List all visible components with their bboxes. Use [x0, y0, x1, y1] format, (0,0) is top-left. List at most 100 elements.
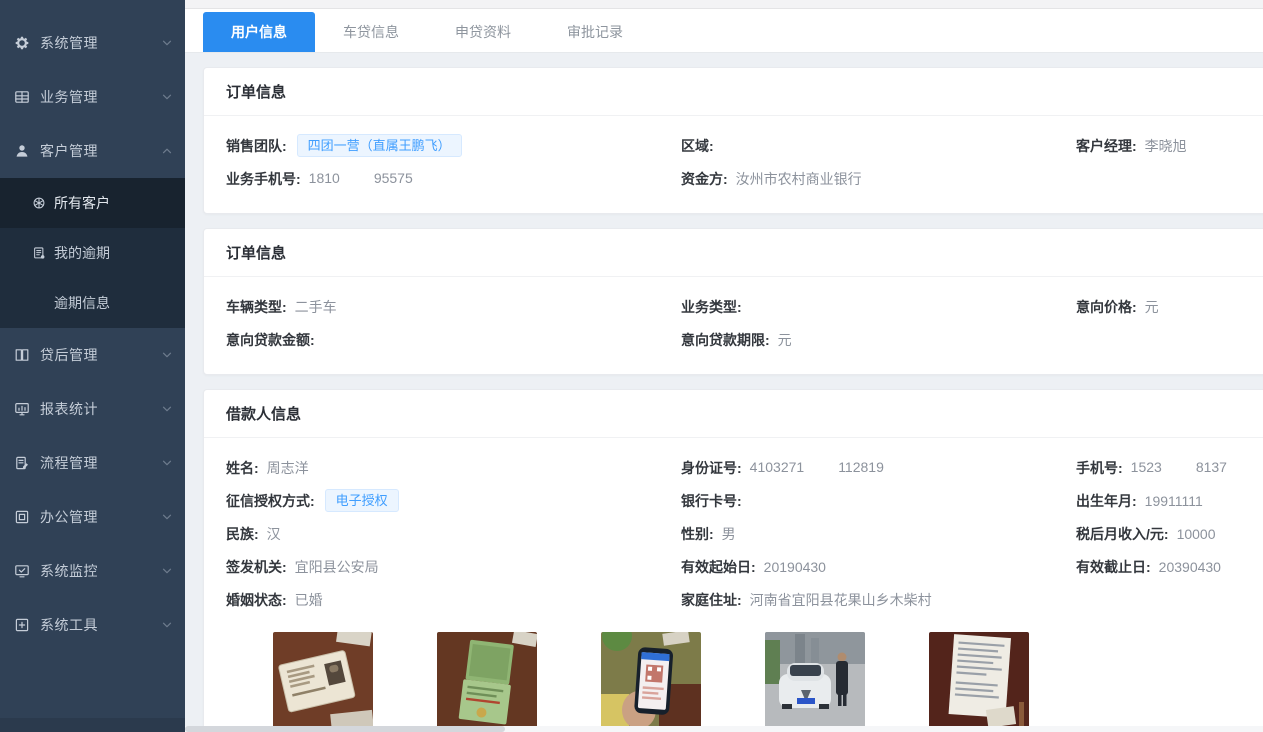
field-label: 家庭住址:: [681, 590, 742, 610]
auth-code-photo[interactable]: 授权码: [601, 632, 701, 732]
field-label: 婚姻状态:: [226, 590, 287, 610]
field-label: 资金方:: [681, 169, 728, 189]
field-row: 姓名:周志洋身份证号:4103271112819手机号:15238137: [226, 451, 1263, 484]
tool-icon: [14, 617, 30, 633]
chevron-down-icon: [161, 619, 173, 631]
field-value: 已婚: [295, 590, 323, 610]
chevron-down-icon: [161, 403, 173, 415]
field-value: 10000: [1177, 526, 1216, 542]
field: 婚姻状态: 已婚: [226, 590, 681, 610]
sidebar-item-business-management[interactable]: 业务管理: [0, 70, 185, 124]
sidebar-item-overdue-info[interactable]: 逾期信息: [0, 278, 185, 328]
monitor-check-icon: [14, 563, 30, 579]
field-label: 车辆类型:: [226, 297, 287, 317]
field-label: 民族:: [226, 524, 259, 544]
sidebar-item-label: 系统管理: [40, 33, 161, 53]
privacy-smudge: [1163, 461, 1195, 476]
field: 出生年月: 19911111: [1076, 491, 1263, 511]
sidebar-item-system-monitor[interactable]: 系统监控: [0, 544, 185, 598]
order-info-card-2: 订单信息车辆类型:二手车业务类型:意向价格:元意向贷款金额:意向贷款期限:元: [203, 228, 1263, 375]
sidebar-item-label: 办公管理: [40, 507, 161, 527]
field-label: 销售团队:: [226, 136, 287, 156]
sidebar-item-system-tools[interactable]: 系统工具: [0, 598, 185, 652]
paper-doc-image[interactable]: [929, 632, 1029, 729]
tab-loan-application-docs[interactable]: 申贷资料: [427, 12, 539, 52]
privacy-smudge: [341, 172, 373, 187]
user-icon: [14, 143, 30, 159]
field: 车辆类型:二手车: [226, 297, 681, 317]
horizontal-scrollbar[interactable]: [185, 726, 1263, 732]
car-person-photo[interactable]: 人车合影: [765, 632, 865, 732]
field: 有效截止日:20390430: [1076, 557, 1263, 577]
field-value-tag[interactable]: 电子授权: [325, 489, 399, 513]
sidebar-item-label: 系统监控: [40, 561, 161, 581]
field: 征信授权方式: 电子授权: [226, 489, 681, 513]
field-label: 姓名:: [226, 458, 259, 478]
tab-approval-records[interactable]: 审批记录: [539, 12, 651, 52]
field-label: 银行卡号:: [681, 491, 742, 511]
sidebar-item-post-loan-management[interactable]: 贷后管理: [0, 328, 185, 382]
tab-car-loan-info[interactable]: 车贷信息: [315, 12, 427, 52]
sidebar-item-label: 系统工具: [40, 615, 161, 635]
license-photo[interactable]: 驾驶证副页: [437, 632, 537, 732]
card-body: 姓名:周志洋身份证号:4103271112819手机号:15238137征信授权…: [204, 438, 1263, 732]
field: 业务手机号:181095575: [226, 169, 681, 189]
scrollbar-thumb[interactable]: [185, 726, 505, 732]
id-card-image[interactable]: [273, 632, 373, 729]
sidebar: 系统管理业务管理客户管理所有客户我的逾期逾期信息贷后管理报表统计流程管理办公管理…: [0, 0, 185, 732]
card-title: 订单信息: [204, 229, 1263, 277]
field: 民族:汉: [226, 524, 681, 544]
field: 业务类型:: [681, 297, 1076, 317]
field: 意向贷款金额:: [226, 330, 681, 350]
sidebar-item-system-management[interactable]: 系统管理: [0, 16, 185, 70]
sidebar-item-label: 流程管理: [40, 453, 161, 473]
phone-qr-image[interactable]: [601, 632, 701, 729]
chevron-down-icon: [161, 457, 173, 469]
sidebar-item-office-management[interactable]: 办公管理: [0, 490, 185, 544]
field-label: 签发机关:: [226, 557, 287, 577]
field-label: 征信授权方式:: [226, 491, 315, 511]
field: 签发机关:宜阳县公安局: [226, 557, 681, 577]
office-icon: [14, 509, 30, 525]
field-label: 手机号:: [1076, 458, 1123, 478]
sidebar-item-label: 报表统计: [40, 399, 161, 419]
field: 姓名: 周志洋: [226, 458, 681, 478]
field: 资金方:汝州市农村商业银行: [681, 169, 1076, 189]
clipboard-edit-icon: [14, 455, 30, 471]
sidebar-item-label: 逾期信息: [54, 293, 110, 313]
field-value-tag[interactable]: 四团一营（直属王鹏飞）: [297, 134, 462, 158]
field-value: 李晓旭: [1145, 136, 1187, 156]
sidebar-item-my-overdue[interactable]: 我的逾期: [0, 228, 185, 278]
car-person-image[interactable]: [765, 632, 865, 729]
sidebar-item-all-customers[interactable]: 所有客户: [0, 178, 185, 228]
green-booklet-image[interactable]: [437, 632, 537, 729]
id-card-photo[interactable]: 身份证: [273, 632, 373, 732]
field-label: 出生年月:: [1076, 491, 1137, 511]
field-value: 周志洋: [267, 458, 309, 478]
field-value-masked: 181095575: [309, 170, 413, 187]
field: 客户经理:李晓旭: [1076, 136, 1263, 156]
other-doc-photo[interactable]: 其他资料: [929, 632, 1029, 732]
main-area: 用户信息车贷信息申贷资料审批记录 订单信息 销售团队: 四团一营（直属王鹏飞） 区域:…: [185, 0, 1263, 732]
sidebar-item-customer-management[interactable]: 客户管理: [0, 124, 185, 178]
field-value: 元: [1145, 297, 1159, 317]
gear-icon: [14, 35, 30, 51]
field-value: 19911111: [1145, 493, 1203, 509]
field: 家庭住址: 河南省宜阳县花果山乡木柴村: [681, 590, 1076, 610]
privacy-smudge: [805, 461, 837, 476]
field: 意向贷款期限:元: [681, 330, 1076, 350]
field: 区域:: [681, 136, 1076, 156]
chevron-down-icon: [161, 349, 173, 361]
field-value: 20390430: [1159, 559, 1221, 575]
tab-user-info[interactable]: 用户信息: [203, 12, 315, 52]
field: 意向价格:元: [1076, 297, 1263, 317]
field-label: 意向贷款期限:: [681, 330, 770, 350]
sidebar-item-process-management[interactable]: 流程管理: [0, 436, 185, 490]
grid-icon: [14, 89, 30, 105]
field-row: 签发机关:宜阳县公安局有效起始日:20190430有效截止日:20390430: [226, 550, 1263, 583]
sidebar-item-report-statistics[interactable]: 报表统计: [0, 382, 185, 436]
field: 性别:男: [681, 524, 1076, 544]
field-label: 区域:: [681, 136, 714, 156]
field: 销售团队: 四团一营（直属王鹏飞）: [226, 134, 681, 158]
field-value: 河南省宜阳县花果山乡木柴村: [750, 590, 932, 610]
